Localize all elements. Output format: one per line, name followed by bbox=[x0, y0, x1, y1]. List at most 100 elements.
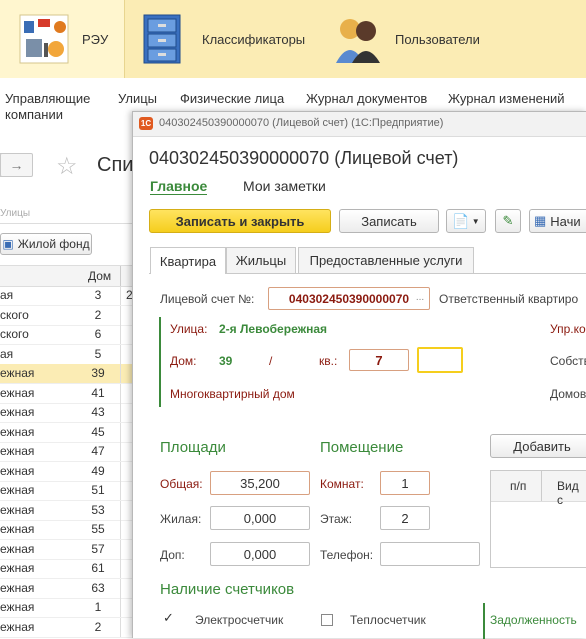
table-row[interactable]: ежная 57 bbox=[0, 539, 132, 560]
section-classifiers[interactable]: Классификаторы bbox=[140, 0, 305, 78]
nav-item-documents-journal[interactable]: Журнал документов bbox=[306, 91, 427, 107]
street-cell: ежная bbox=[0, 424, 35, 439]
table-row[interactable]: ежная 2 bbox=[0, 617, 132, 638]
table-row[interactable]: ежная 53 bbox=[0, 500, 132, 521]
column-house-header[interactable]: Дом bbox=[88, 269, 111, 283]
column-divider bbox=[120, 383, 121, 403]
forward-button[interactable]: → bbox=[0, 153, 33, 177]
nav-item-individuals[interactable]: Физические лица bbox=[180, 91, 284, 107]
house-label: Дом: bbox=[170, 354, 197, 368]
table-row[interactable]: ежная 39 bbox=[0, 364, 132, 384]
section-users[interactable]: Пользователи bbox=[332, 0, 480, 78]
save-and-close-button[interactable]: Записать и закрыть bbox=[149, 209, 331, 233]
house-cell: 41 bbox=[91, 385, 105, 400]
link-notes[interactable]: Мои заметки bbox=[243, 178, 326, 194]
documents-icon: 📄 bbox=[452, 212, 470, 229]
favorite-star-icon[interactable]: ☆ bbox=[56, 152, 78, 181]
window-titlebar[interactable]: 1C 040302450390000070 (Лицевой счет) (1С… bbox=[133, 112, 586, 137]
table-row[interactable]: ежная 61 bbox=[0, 559, 132, 579]
data-table[interactable]: п/п Вид с bbox=[490, 470, 586, 568]
column-number[interactable]: п/п bbox=[510, 479, 526, 493]
table-row[interactable]: ежная 55 bbox=[0, 520, 132, 540]
column-divider bbox=[120, 461, 121, 481]
house-cell: 51 bbox=[91, 483, 105, 497]
table-row[interactable]: ежная 47 bbox=[0, 442, 132, 462]
tab-residents[interactable]: Жильцы bbox=[226, 247, 296, 273]
phone-label: Телефон: bbox=[320, 548, 374, 562]
column-divider bbox=[120, 520, 121, 539]
window-title-text: 040302450390000070 (Лицевой счет) (1С:Пр… bbox=[159, 117, 444, 129]
edit-button[interactable]: ✎ bbox=[495, 209, 521, 233]
section-reu[interactable]: РЭУ bbox=[0, 0, 125, 78]
electric-meter-label: Электросчетчик bbox=[195, 613, 284, 627]
filing-cabinet-icon bbox=[143, 14, 181, 64]
living-area-label: Жилая: bbox=[160, 512, 202, 526]
add-button[interactable]: Добавить bbox=[490, 434, 586, 458]
section-users-label: Пользователи bbox=[395, 31, 480, 47]
total-area-label: Общая: bbox=[160, 477, 203, 491]
nav-item-management-companies[interactable]: Управляющие компании bbox=[5, 91, 105, 123]
nav-item-streets[interactable]: Улицы bbox=[118, 91, 157, 107]
link-main[interactable]: Главное bbox=[150, 178, 208, 195]
account-label: Лицевой счет №: bbox=[160, 292, 255, 306]
select-button[interactable]: ... bbox=[411, 287, 429, 308]
street-cell: ежная bbox=[0, 522, 35, 536]
table-row[interactable]: ежная 41 bbox=[0, 383, 132, 404]
house-cell: 39 bbox=[91, 366, 105, 380]
table-row[interactable]: ского 2 bbox=[0, 305, 132, 326]
column-divider bbox=[120, 481, 121, 500]
living-area-field[interactable]: 0,000 bbox=[210, 506, 310, 530]
nav-item-changes-journal[interactable]: Журнал изменений bbox=[448, 91, 565, 107]
total-area-field[interactable]: 35,200 bbox=[210, 471, 310, 495]
owner-label: Собств bbox=[550, 354, 586, 368]
electric-meter-checkbox[interactable]: ✓ bbox=[163, 610, 175, 626]
column-divider bbox=[120, 539, 121, 559]
street-cell: ского bbox=[0, 327, 29, 341]
phone-field[interactable] bbox=[380, 542, 480, 566]
street-cell: ежная bbox=[0, 483, 35, 497]
apartment-field[interactable]: 7 bbox=[349, 349, 409, 371]
save-button[interactable]: Записать bbox=[339, 209, 439, 233]
address-group-bar bbox=[159, 317, 161, 407]
street-cell: ежная bbox=[0, 619, 35, 634]
street-cell: ежная bbox=[0, 561, 35, 575]
table-row[interactable]: ежная 43 bbox=[0, 403, 132, 423]
column-divider bbox=[120, 442, 121, 461]
pencil-icon: ✎ bbox=[502, 213, 514, 228]
extra-area-field[interactable]: 0,000 bbox=[210, 542, 310, 566]
tab-apartment[interactable]: Квартира bbox=[150, 247, 226, 274]
table-row[interactable]: ского 6 bbox=[0, 325, 132, 345]
table-row[interactable]: ежная 45 bbox=[0, 422, 132, 443]
search-field-label[interactable]: Улицы bbox=[0, 205, 132, 224]
table-row[interactable]: ежная 1 bbox=[0, 598, 132, 618]
tab-services[interactable]: Предоставленные услуги bbox=[298, 247, 474, 273]
street-cell: ежная bbox=[0, 366, 35, 380]
table-row[interactable]: ежная 51 bbox=[0, 481, 132, 501]
rooms-field[interactable]: 1 bbox=[380, 471, 430, 495]
documents-menu-button[interactable]: 📄 ▼ bbox=[446, 209, 486, 233]
house-value[interactable]: 39 bbox=[219, 354, 232, 368]
debt-group-bar bbox=[483, 603, 485, 639]
floor-field[interactable]: 2 bbox=[380, 506, 430, 530]
floor-label: Этаж: bbox=[320, 512, 353, 526]
house-cell: 3 bbox=[94, 288, 102, 302]
heat-meter-checkbox[interactable] bbox=[321, 614, 333, 626]
start-button[interactable]: ▦ Начи bbox=[529, 209, 586, 233]
housing-fund-button[interactable]: ▣ Жилой фонд bbox=[0, 233, 92, 255]
apartment-label: кв.: bbox=[319, 354, 338, 368]
street-cell: ежная bbox=[0, 600, 35, 614]
table-row[interactable]: ежная 49 bbox=[0, 461, 132, 482]
column-kind[interactable]: Вид с bbox=[557, 479, 586, 507]
street-cell: ежная bbox=[0, 463, 35, 478]
table-row[interactable]: ая 3 bbox=[0, 286, 132, 306]
house-cell: 47 bbox=[91, 444, 105, 458]
street-value[interactable]: 2-я Левобережная bbox=[219, 322, 327, 336]
apartment-suffix-field[interactable] bbox=[417, 347, 463, 373]
house-cell: 61 bbox=[91, 561, 105, 575]
account-number-field[interactable]: 040302450390000070 bbox=[268, 287, 430, 310]
table-row[interactable]: ежная 63 bbox=[0, 578, 132, 599]
reu-icon bbox=[19, 14, 69, 64]
table-row[interactable]: ая 5 bbox=[0, 344, 132, 365]
column-divider bbox=[120, 364, 121, 383]
street-cell: ского bbox=[0, 307, 29, 322]
